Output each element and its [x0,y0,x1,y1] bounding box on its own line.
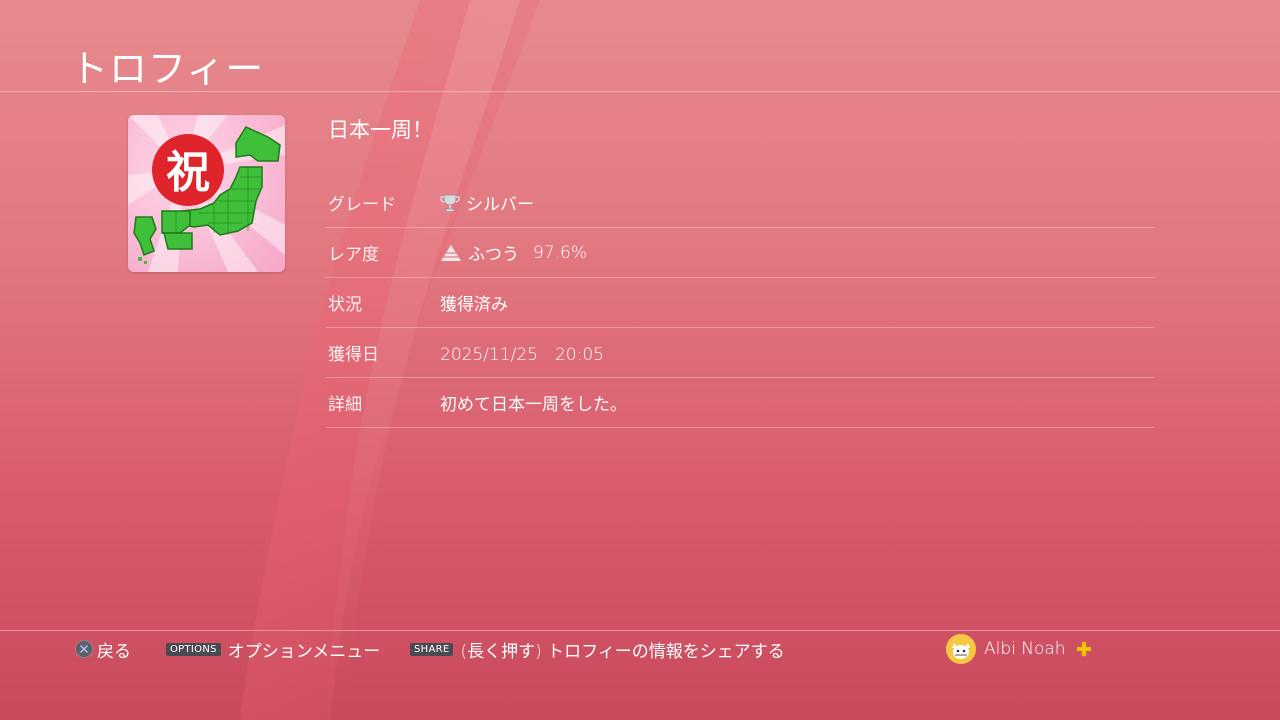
rarity-percent: 97.6% [533,242,588,263]
detail-row-earned-date: 獲得日 2025/11/25 20:05 [326,328,1154,378]
description-value: 初めて日本一周をした。 [440,395,627,415]
options-button-icon: OPTIONS [166,642,221,656]
back-label: 戻る [97,641,131,662]
cross-button-icon [75,640,93,658]
detail-label: グレード [328,195,396,215]
user-info: Albi Noah [946,633,1092,665]
detail-row-status: 状況 獲得済み [326,278,1154,328]
username: Albi Noah [984,639,1066,659]
rarity-value: ふつう [468,245,519,265]
stamp-text: 祝 [166,147,210,198]
back-hint[interactable]: 戻る [75,636,131,662]
share-button-icon: SHARE [410,642,454,656]
options-label: オプションメニュー [227,641,381,662]
footer-hints: 戻る OPTIONS オプションメニュー SHARE (長く押す) トロフィーの… [0,633,1280,665]
page-title: トロフィー [70,47,265,91]
share-label: (長く押す) トロフィーの情報をシェアする [460,641,785,662]
silver-trophy-icon [440,194,460,212]
detail-label: 状況 [328,295,362,315]
trophy-details-list: グレード シルバー レア度 ふつう 97.6% 状況 獲得済み 獲得日 2025… [326,178,1154,428]
footer-divider [0,630,1280,631]
header-divider [0,91,1280,92]
trophy-name: 日本一周！ [328,118,433,142]
rarity-pyramid-icon [441,244,461,261]
status-value: 獲得済み [440,295,508,315]
share-hint[interactable]: SHARE (長く押す) トロフィーの情報をシェアする [410,636,785,662]
earned-date-value: 2025/11/25 20:05 [440,345,604,365]
detail-row-description: 詳細 初めて日本一周をした。 [326,378,1154,428]
detail-row-rarity: レア度 ふつう 97.6% [326,228,1154,278]
detail-label: 詳細 [328,395,362,415]
japan-map-celebration-icon: 祝 [128,115,285,272]
avatar [946,634,976,664]
detail-label: レア度 [328,245,379,265]
grade-value: シルバー [466,195,534,215]
detail-row-grade: グレード シルバー [326,178,1154,228]
ps-plus-icon [1076,641,1091,657]
options-hint[interactable]: OPTIONS オプションメニュー [166,636,380,662]
detail-label: 獲得日 [328,345,379,365]
